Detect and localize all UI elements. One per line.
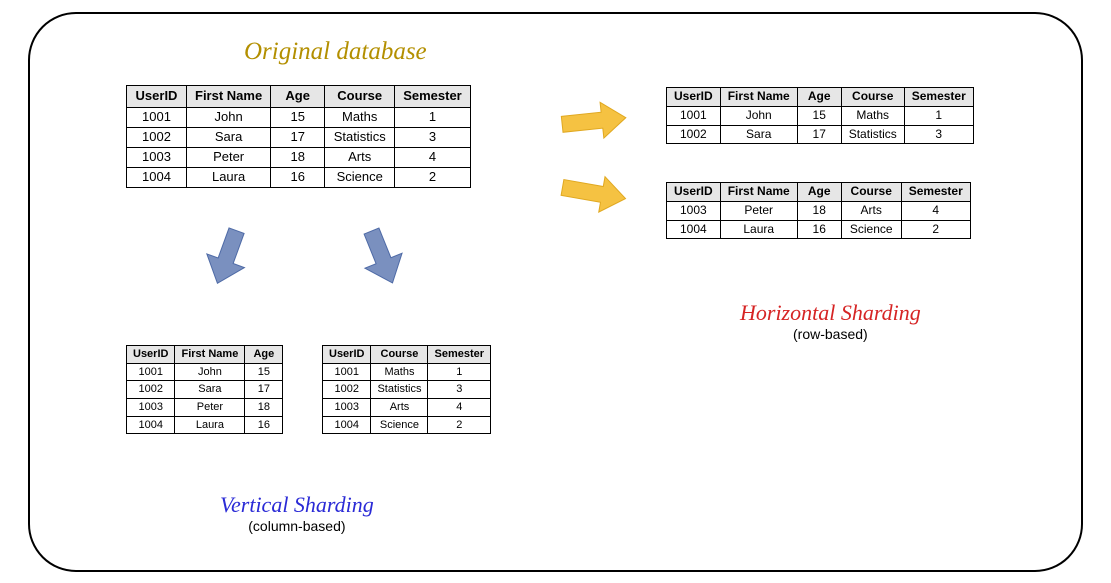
horizontal-sharding-subtitle: (row-based) [740, 326, 921, 342]
table-row: 1003Arts4 [323, 398, 491, 416]
table-row: 1002Sara17Statistics3 [667, 125, 974, 144]
table-row: 1004Laura16 [127, 416, 283, 434]
table-row: 1003Peter18 [127, 398, 283, 416]
table-row: 1004Laura16Science2 [127, 167, 471, 187]
horizontal-shard-b-table: UserID First Name Age Course Semester 10… [666, 182, 971, 239]
table-row: 1003Peter18Arts4 [127, 147, 471, 167]
arrow-down-left-icon [195, 225, 259, 289]
table-row: 1003Peter18Arts4 [667, 201, 971, 220]
arrow-right-up-icon [558, 98, 630, 144]
vertical-sharding-label: Vertical Sharding (column-based) [220, 492, 374, 534]
table-row: 1001Maths1 [323, 363, 491, 381]
col-age: Age [271, 86, 325, 108]
original-table: UserID First Name Age Course Semester 10… [126, 85, 471, 188]
col-semester: Semester [395, 86, 471, 108]
arrow-right-down-icon [558, 170, 630, 216]
table-row: 1004Laura16Science2 [667, 220, 971, 239]
horizontal-shard-a-table: UserID First Name Age Course Semester 10… [666, 87, 974, 144]
table-row: 1001John15Maths1 [667, 106, 974, 125]
original-database-title: Original database [244, 38, 427, 66]
vertical-shard-a-table: UserID First Name Age 1001John15 1002Sar… [126, 345, 283, 434]
horizontal-sharding-label: Horizontal Sharding (row-based) [740, 300, 921, 342]
table-row: 1001John15 [127, 363, 283, 381]
table-row: 1002Sara17 [127, 381, 283, 399]
arrow-down-right-icon [350, 225, 414, 289]
table-row: 1001John15Maths1 [127, 107, 471, 127]
horizontal-sharding-title: Horizontal Sharding [740, 300, 921, 326]
table-row: 1002Sara17Statistics3 [127, 127, 471, 147]
vertical-shard-b-table: UserID Course Semester 1001Maths1 1002St… [322, 345, 491, 434]
col-firstname: First Name [187, 86, 271, 108]
table-row: 1004Science2 [323, 416, 491, 434]
col-userid: UserID [127, 86, 187, 108]
vertical-sharding-subtitle: (column-based) [220, 518, 374, 534]
table-row: 1002Statistics3 [323, 381, 491, 399]
vertical-sharding-title: Vertical Sharding [220, 492, 374, 518]
col-course: Course [325, 86, 395, 108]
